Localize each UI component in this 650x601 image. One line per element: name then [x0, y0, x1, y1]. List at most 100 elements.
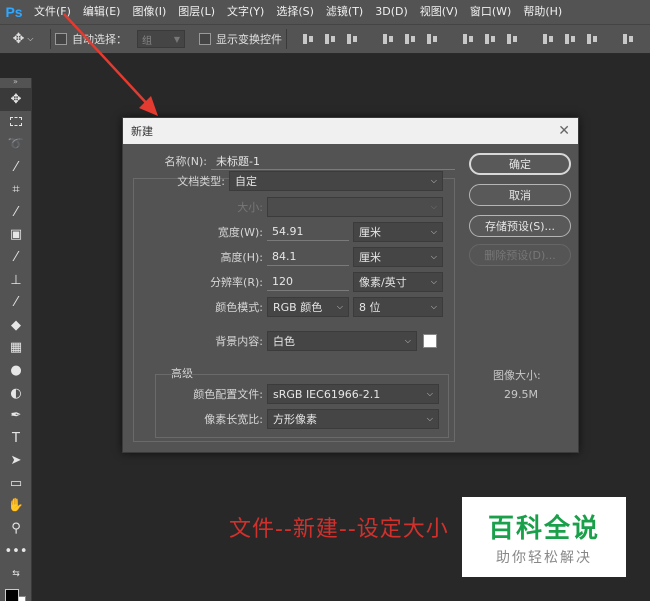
type-icon[interactable]: T: [0, 427, 32, 450]
menu-help[interactable]: 帮助(H): [517, 0, 568, 24]
show-transform-checkbox[interactable]: [199, 33, 211, 45]
chevron-down-icon: ⌵: [430, 252, 437, 261]
size-label: 大小:: [237, 201, 263, 214]
auto-select-value: 组: [142, 35, 152, 47]
gradient-icon[interactable]: ▦: [0, 337, 32, 360]
watermark-subtitle: 助你轻松解决: [496, 549, 592, 566]
panel-grip-icon[interactable]: »: [0, 78, 31, 88]
auto-select-dropdown[interactable]: 组 ▼: [137, 30, 185, 48]
new-document-dialog: 新建 ✕ 名称(N): 未标题-1 文档类型: 自定 ⌵ 大小: ⌵ 宽度(W):…: [122, 117, 579, 453]
distribute-vcenter-icon[interactable]: [483, 32, 497, 46]
move-icon[interactable]: ✥: [0, 88, 32, 111]
hand-icon[interactable]: ✋: [0, 495, 32, 518]
color-swatches[interactable]: [0, 585, 32, 601]
height-unit-value: 厘米: [359, 251, 381, 264]
distribute-hcenter-icon[interactable]: [563, 32, 577, 46]
size-select: ⌵: [267, 197, 443, 217]
height-label: 高度(H):: [220, 251, 263, 264]
healing-icon[interactable]: ▣: [0, 224, 32, 247]
show-transform-label: 显示变换控件: [216, 33, 282, 46]
blur-icon[interactable]: ●: [0, 359, 32, 382]
color-profile-select[interactable]: sRGB IEC61966-2.1 ⌵: [267, 384, 439, 404]
annotation-caption: 文件--新建--设定大小: [229, 517, 449, 542]
swap-colors-icon[interactable]: ⇆: [0, 562, 32, 585]
menu-type[interactable]: 文字(Y): [221, 0, 270, 24]
distribute-right-icon[interactable]: [585, 32, 599, 46]
menu-select[interactable]: 选择(S): [270, 0, 320, 24]
menu-3d[interactable]: 3D(D): [369, 0, 414, 24]
eraser-icon[interactable]: ◆: [0, 314, 32, 337]
background-color-swatch[interactable]: [423, 334, 437, 348]
width-unit-value: 厘米: [359, 226, 381, 239]
brush-icon[interactable]: ⁄: [0, 246, 32, 269]
align-right-icon[interactable]: [425, 32, 439, 46]
lasso-icon[interactable]: ➰: [0, 133, 32, 156]
auto-select-checkbox[interactable]: [55, 33, 67, 45]
chevron-down-icon: ⌵: [336, 302, 343, 311]
width-unit-select[interactable]: 厘米 ⌵: [353, 222, 443, 242]
ok-button[interactable]: 确定: [469, 153, 571, 175]
menu-filter[interactable]: 滤镜(T): [320, 0, 369, 24]
name-row: 名称(N): 未标题-1: [133, 152, 455, 170]
align-bottom-icon[interactable]: [345, 32, 359, 46]
align-left-icon[interactable]: [381, 32, 395, 46]
align-top-icon[interactable]: [301, 32, 315, 46]
menu-image[interactable]: 图像(I): [126, 0, 172, 24]
zoom-icon[interactable]: ⚲: [0, 517, 32, 540]
name-field[interactable]: 未标题-1: [211, 152, 455, 170]
color-mode-row: 颜色模式: RGB 颜色 ⌵ 8 位 ⌵: [135, 297, 443, 317]
close-icon[interactable]: ✕: [558, 123, 570, 139]
width-field[interactable]: 54.91: [267, 223, 349, 241]
distribute-left-icon[interactable]: [541, 32, 555, 46]
background-select[interactable]: 白色 ⌵: [267, 331, 417, 351]
align-vcenter-icon[interactable]: [323, 32, 337, 46]
foreground-color[interactable]: [5, 589, 19, 601]
resolution-label: 分辨率(R):: [210, 276, 263, 289]
marquee-icon[interactable]: [0, 111, 32, 134]
photoshop-logo: Ps: [5, 4, 23, 20]
background-row: 背景内容: 白色 ⌵: [135, 331, 437, 351]
crop-icon[interactable]: ⌗: [0, 178, 32, 201]
size-row: 大小: ⌵: [135, 197, 443, 217]
stamp-icon[interactable]: ⊥: [0, 269, 32, 292]
path-select-icon[interactable]: ➤: [0, 450, 32, 473]
distribute-bottom-icon[interactable]: [505, 32, 519, 46]
chevron-down-icon: ⌵: [430, 227, 437, 236]
more-icon[interactable]: •••: [0, 540, 32, 563]
move-icon[interactable]: ✥ ⌵: [0, 31, 46, 47]
resolution-field[interactable]: 120: [267, 273, 349, 291]
bit-depth-select[interactable]: 8 位 ⌵: [353, 297, 443, 317]
auto-align-icon[interactable]: [621, 32, 635, 46]
chevron-down-icon: ⌵: [430, 277, 437, 286]
distribute-top-icon[interactable]: [461, 32, 475, 46]
menu-file[interactable]: 文件(F): [28, 0, 77, 24]
doc-type-label: 文档类型:: [177, 175, 225, 188]
color-mode-select[interactable]: RGB 颜色 ⌵: [267, 297, 349, 317]
menu-window[interactable]: 窗口(W): [464, 0, 517, 24]
resolution-unit-select[interactable]: 像素/英寸 ⌵: [353, 272, 443, 292]
pen-icon[interactable]: ✒: [0, 404, 32, 427]
align-hcenter-icon[interactable]: [403, 32, 417, 46]
chevron-down-icon: ⌵: [430, 302, 437, 311]
menu-edit[interactable]: 编辑(E): [77, 0, 127, 24]
height-field[interactable]: 84.1: [267, 248, 349, 266]
color-profile-row: 颜色配置文件: sRGB IEC61966-2.1 ⌵: [159, 384, 439, 404]
magic-wand-icon[interactable]: ⁄: [0, 156, 32, 179]
pixel-aspect-select[interactable]: 方形像素 ⌵: [267, 409, 439, 429]
rectangle-icon[interactable]: ▭: [0, 472, 32, 495]
history-brush-icon[interactable]: ⁄: [0, 291, 32, 314]
save-preset-button[interactable]: 存储预设(S)...: [469, 215, 571, 237]
divider: [286, 29, 287, 49]
width-row: 宽度(W): 54.91 厘米 ⌵: [135, 222, 443, 242]
color-profile-value: sRGB IEC61966-2.1: [273, 387, 381, 401]
doc-type-select[interactable]: 自定 ⌵: [229, 171, 443, 191]
image-size-value: 29.5M: [504, 388, 538, 401]
dodge-icon[interactable]: ◐: [0, 382, 32, 405]
height-unit-select[interactable]: 厘米 ⌵: [353, 247, 443, 267]
cancel-button[interactable]: 取消: [469, 184, 571, 206]
menu-layer[interactable]: 图层(L): [172, 0, 221, 24]
eyedropper-icon[interactable]: ⁄: [0, 201, 32, 224]
menu-view[interactable]: 视图(V): [414, 0, 464, 24]
resolution-row: 分辨率(R): 120 像素/英寸 ⌵: [135, 272, 443, 292]
color-profile-label: 颜色配置文件:: [193, 388, 263, 401]
